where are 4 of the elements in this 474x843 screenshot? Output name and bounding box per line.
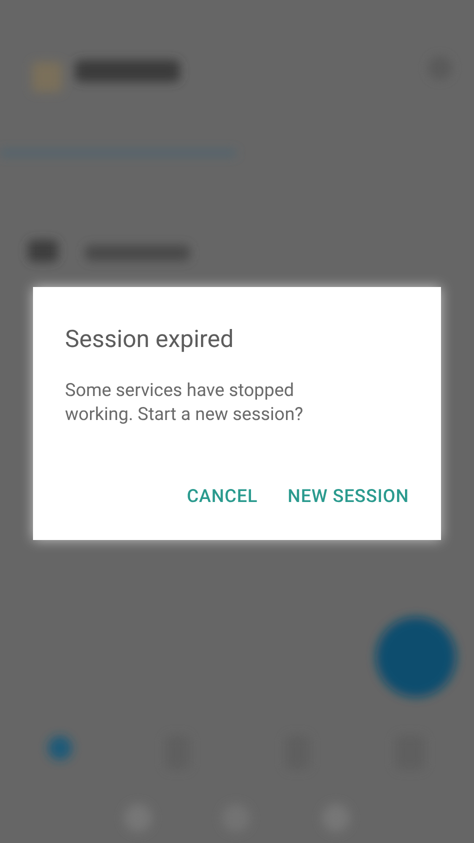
- dialog-message: Some services have stopped working. Start a new session?: [64, 379, 304, 427]
- dialog-button[interactable]: CANCEL: [186, 483, 258, 510]
- dialog-button[interactable]: NEW SESSION: [288, 483, 409, 510]
- dialog-title: Session expired: [64, 324, 235, 355]
